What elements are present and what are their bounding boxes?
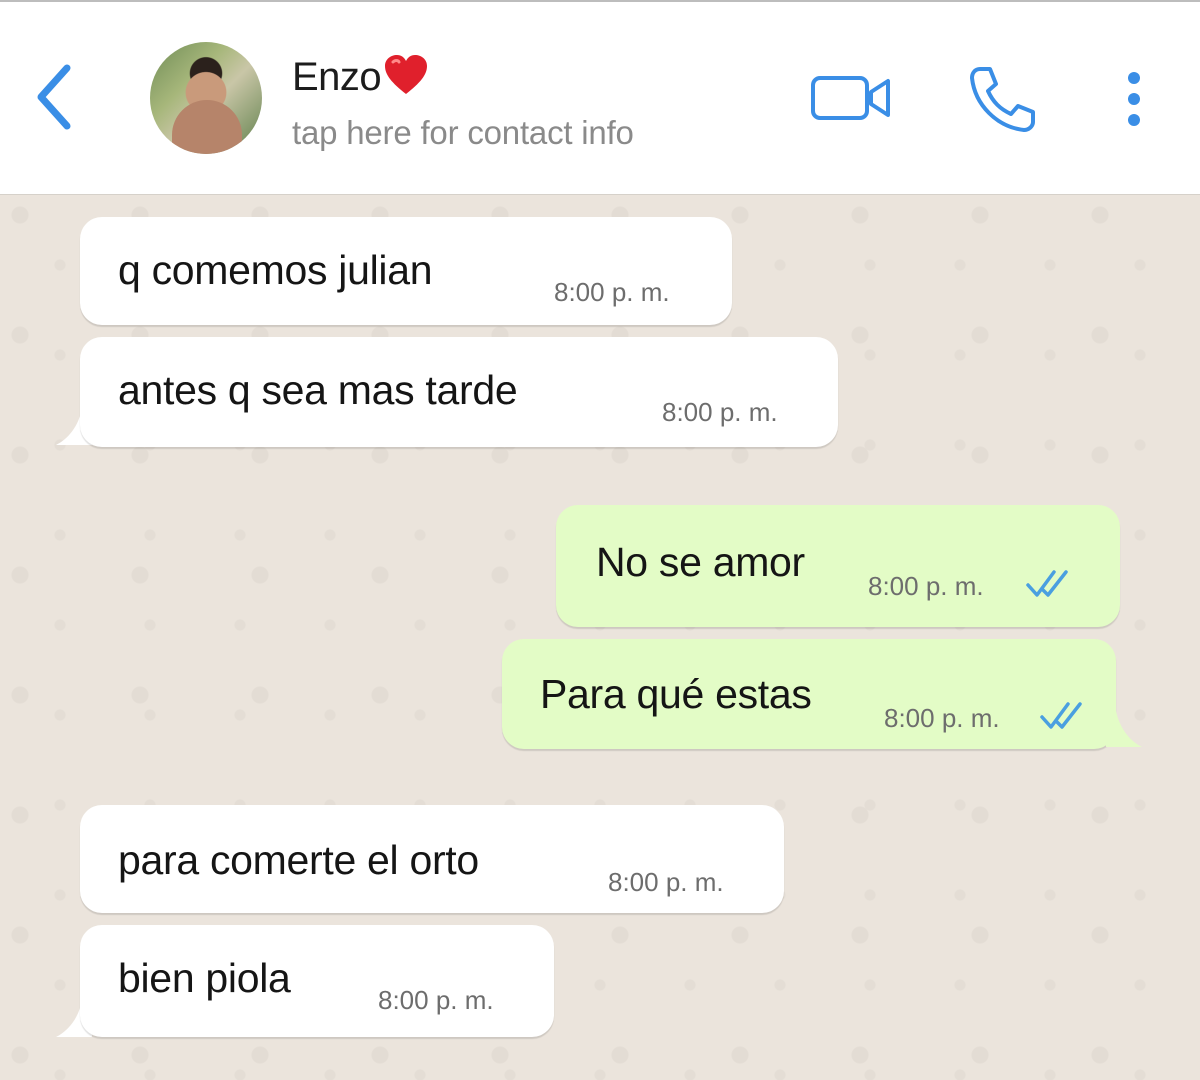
message-bubble[interactable]: q comemos julian 8:00 p. m.	[80, 217, 732, 325]
avatar[interactable]	[150, 42, 262, 154]
message-text: q comemos julian	[118, 247, 433, 293]
message-time: 8:00 p. m.	[662, 397, 778, 427]
video-camera-icon[interactable]	[810, 72, 892, 124]
message-bubble[interactable]: para comerte el orto 8:00 p. m.	[80, 805, 784, 913]
message-bubble[interactable]: antes q sea mas tarde 8:00 p. m.	[80, 337, 838, 447]
message-text: Para qué estas	[540, 671, 812, 717]
message-text: No se amor	[596, 539, 805, 585]
back-button[interactable]	[28, 62, 78, 132]
message-text: antes q sea mas tarde	[118, 367, 518, 413]
phone-icon[interactable]	[966, 64, 1038, 134]
chat-header: Enzo tap here for contact info	[0, 0, 1200, 195]
message-text: bien piola	[118, 955, 291, 1001]
contact-name-label: Enzo	[292, 55, 382, 99]
read-ticks-icon	[1040, 702, 1082, 729]
chevron-left-icon	[37, 64, 71, 130]
message-bubble[interactable]: No se amor 8:00 p. m.	[556, 505, 1120, 627]
read-ticks-icon	[1026, 570, 1068, 597]
contact-info-link[interactable]: tap here for contact info	[292, 114, 634, 152]
message-time: 8:00 p. m.	[554, 277, 670, 307]
message-time: 8:00 p. m.	[608, 867, 724, 897]
message-time: 8:00 p. m.	[868, 571, 984, 601]
message-text: para comerte el orto	[118, 837, 479, 883]
message-time: 8:00 p. m.	[378, 985, 494, 1015]
more-vertical-icon[interactable]	[1120, 70, 1148, 130]
chat-area[interactable]: q comemos julian 8:00 p. m. antes q sea …	[0, 195, 1200, 1080]
heart-icon	[385, 55, 428, 94]
message-time: 8:00 p. m.	[884, 703, 1000, 733]
bubble-tail	[1106, 711, 1142, 747]
message-bubble[interactable]: Para qué estas 8:00 p. m.	[502, 639, 1116, 749]
contact-name[interactable]: Enzo	[292, 54, 429, 100]
message-bubble[interactable]: bien piola 8:00 p. m.	[80, 925, 554, 1037]
